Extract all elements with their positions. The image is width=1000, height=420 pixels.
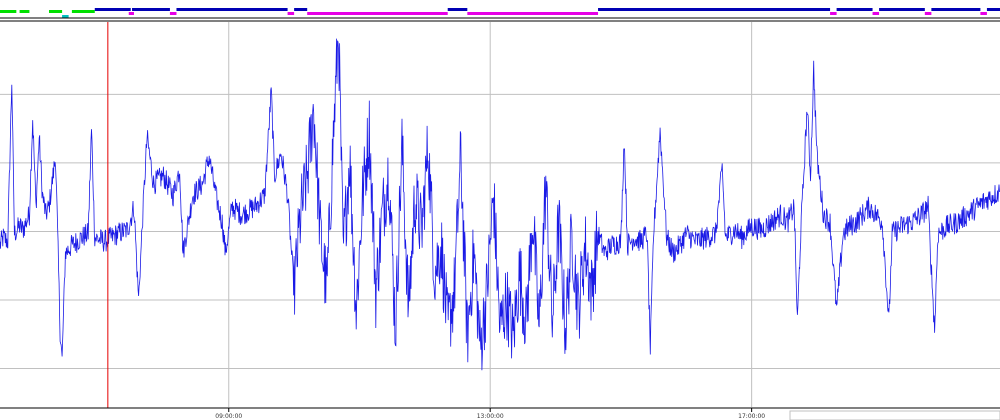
stage-segment-rem xyxy=(307,12,448,15)
stage-segment-rem xyxy=(872,12,880,15)
x-tick-label: 17:00:00 xyxy=(738,413,765,420)
stage-segment-sleep xyxy=(598,8,831,11)
stage-segment-rem xyxy=(980,12,987,15)
stage-segment-wake xyxy=(49,10,63,13)
stage-segment-rem xyxy=(924,12,932,15)
stage-segment-wake xyxy=(0,10,17,13)
x-tick-label: 09:00:00 xyxy=(215,413,242,420)
chart-window: 09:00:00 13:00:00 17:00:00 xyxy=(0,0,1000,420)
stage-segment-sleep xyxy=(294,8,308,11)
stage-segment-rem xyxy=(467,12,599,15)
stage-segment-sleep xyxy=(176,8,288,11)
stage-segment-rem xyxy=(169,12,177,15)
stage-segment-sleep xyxy=(879,8,925,11)
stage-segment-sleep xyxy=(94,8,131,11)
stage-segment-rem xyxy=(830,12,837,15)
stage-segment-wake xyxy=(71,10,95,13)
horizontal-scrollbar[interactable] xyxy=(789,410,1000,420)
stage-segment-sleep xyxy=(447,8,468,11)
stage-segment-sleep xyxy=(986,8,1000,11)
stage-segment-rem xyxy=(287,12,295,15)
stage-segment-sleep xyxy=(132,8,170,11)
stage-segment-rem xyxy=(128,12,134,15)
x-tick-label: 13:00:00 xyxy=(477,413,504,420)
signal-chart: 09:00:00 13:00:00 17:00:00 xyxy=(0,0,1000,420)
stage-segment-sleep xyxy=(836,8,873,11)
stage-segment-wake xyxy=(19,10,30,13)
stage-segment-sleep xyxy=(931,8,981,11)
chart-background xyxy=(0,0,1000,420)
